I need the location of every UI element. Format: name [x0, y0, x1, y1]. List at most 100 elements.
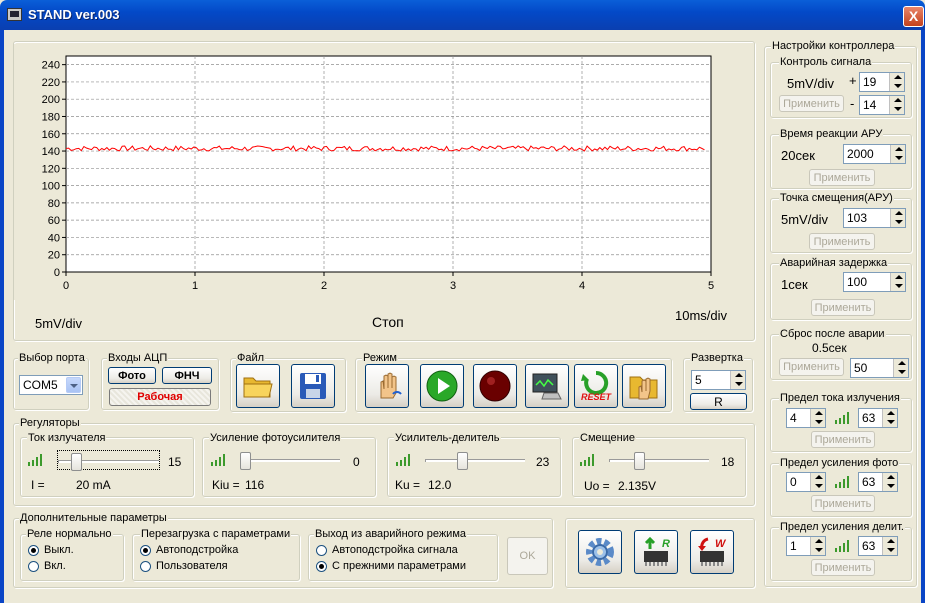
title-bar[interactable]: STAND ver.003 X — [0, 0, 925, 30]
current-limit-max-stepper[interactable]: 63 — [858, 408, 898, 428]
read-device-button[interactable]: R — [634, 530, 678, 574]
agc-point-apply-button[interactable]: Применить — [809, 233, 875, 250]
save-file-button[interactable] — [291, 364, 335, 408]
current-slider-thumb[interactable] — [71, 453, 82, 471]
photo-gain-slider[interactable] — [240, 450, 340, 470]
manual-mode-button[interactable] — [365, 364, 409, 408]
sweep-stepper[interactable]: 5 — [691, 370, 746, 390]
signal-level-icon — [835, 476, 851, 488]
photo-limit-min-stepper[interactable]: 0 — [786, 472, 826, 492]
photo-limit-max: 63 — [862, 475, 876, 489]
offset-slider-thumb[interactable] — [634, 452, 645, 470]
port-group-label: Выбор порта — [18, 352, 86, 364]
stepper-arrows-icon[interactable] — [730, 371, 745, 389]
start-button[interactable] — [420, 364, 464, 408]
divider-slider[interactable] — [425, 450, 525, 470]
stepper-arrows-icon[interactable] — [882, 409, 897, 427]
monitor-button[interactable] — [525, 364, 569, 408]
photo-limit-max-stepper[interactable]: 63 — [858, 472, 898, 492]
agc-time-apply-button[interactable]: Применить — [809, 169, 875, 186]
stepper-arrows-icon[interactable] — [810, 537, 825, 555]
stepper-arrows-icon[interactable] — [893, 359, 908, 377]
lpf-button[interactable]: ФНЧ — [162, 367, 212, 384]
signal-control-label: Контроль сигнала — [779, 56, 873, 68]
signal-apply-button[interactable]: Применить — [779, 95, 844, 112]
agc-point-stepper[interactable]: 103 — [843, 208, 906, 228]
relay-group — [20, 534, 124, 581]
alarm-delay-stepper[interactable]: 100 — [843, 272, 906, 292]
hand-icon — [380, 372, 402, 399]
alarm-delay-apply-button[interactable]: Применить — [811, 299, 875, 316]
reset-after-unit: 0.5сек — [812, 341, 847, 355]
relay-on-radio[interactable] — [28, 561, 39, 572]
divider-limit-min-stepper[interactable]: 1 — [786, 536, 826, 556]
reset-after-stepper[interactable]: 50 — [850, 358, 909, 378]
photo-button[interactable]: Фото — [108, 367, 156, 384]
exit-auto-radio[interactable] — [316, 545, 327, 556]
relay-off-radio[interactable] — [28, 545, 39, 556]
offset-slider[interactable] — [609, 450, 709, 470]
stepper-arrows-icon[interactable] — [889, 73, 904, 91]
y-tick-label: 220 — [42, 77, 60, 89]
divider-limit-max-stepper[interactable]: 63 — [858, 536, 898, 556]
signal-plus-stepper[interactable]: 19 — [859, 72, 905, 92]
stepper-arrows-icon[interactable] — [890, 145, 905, 163]
folder-settings-button[interactable] — [622, 364, 666, 408]
reset-after-apply-button[interactable]: Применить — [779, 358, 844, 376]
stepper-arrows-icon[interactable] — [890, 273, 905, 291]
reset-button[interactable]: RESET — [574, 364, 618, 408]
divider-readout-value: 12.0 — [428, 478, 452, 492]
write-device-button[interactable]: W — [690, 530, 734, 574]
offset-value: 18 — [721, 455, 735, 469]
reload-auto-radio[interactable] — [140, 545, 151, 556]
current-readout-label: I = — [31, 478, 45, 492]
signal-minus-stepper[interactable]: 14 — [859, 95, 905, 115]
stepper-arrows-icon[interactable] — [889, 96, 904, 114]
adc-mode-badge[interactable]: Рабочая — [109, 388, 211, 406]
close-button[interactable]: X — [903, 6, 924, 27]
floppy-disk-icon — [300, 373, 326, 399]
exit-previous-label: С прежними параметрами — [332, 560, 467, 572]
read-icon-letter: R — [662, 538, 670, 550]
sweep-r-button[interactable]: R — [690, 393, 747, 410]
agc-point-label: Точка смещения(АРУ) — [779, 192, 894, 204]
port-select[interactable]: COM5 — [19, 375, 83, 395]
photo-limit-apply-button[interactable]: Применить — [811, 495, 875, 512]
current-readout-value: 20 mA — [76, 478, 111, 492]
x-tick-label: 2 — [321, 280, 327, 292]
signal-scale: 5mV/div — [787, 76, 834, 91]
x-tick-label: 0 — [63, 280, 69, 292]
chevron-down-icon[interactable] — [66, 377, 81, 393]
y-tick-label: 160 — [42, 129, 60, 141]
current-limit-min-stepper[interactable]: 4 — [786, 408, 826, 428]
stepper-arrows-icon[interactable] — [890, 209, 905, 227]
chip-read-icon: R — [644, 536, 670, 566]
relay-group-label: Реле нормально — [26, 528, 113, 540]
y-tick-label: 100 — [42, 181, 60, 193]
agc-time-stepper[interactable]: 2000 — [843, 144, 906, 164]
exit-previous-radio[interactable] — [316, 561, 327, 572]
stepper-arrows-icon[interactable] — [810, 473, 825, 491]
folder-icon — [243, 377, 273, 398]
current-slider[interactable] — [57, 450, 160, 471]
adc-group-label: Входы АЦП — [107, 352, 169, 364]
y-tick-label: 240 — [42, 60, 60, 72]
regulators-group-label: Регуляторы — [19, 417, 81, 429]
ok-button[interactable]: OK — [507, 537, 548, 575]
record-button[interactable] — [473, 364, 517, 408]
open-file-button[interactable] — [236, 364, 280, 408]
signal-level-icon — [396, 454, 412, 466]
divider-limit-apply-button[interactable]: Применить — [811, 559, 875, 576]
stepper-arrows-icon[interactable] — [810, 409, 825, 427]
photo-gain-slider-thumb[interactable] — [240, 452, 251, 470]
reload-user-radio[interactable] — [140, 561, 151, 572]
x-tick-label: 3 — [450, 280, 456, 292]
stepper-arrows-icon[interactable] — [882, 473, 897, 491]
settings-button[interactable] — [578, 530, 622, 574]
stepper-arrows-icon[interactable] — [882, 537, 897, 555]
divider-slider-thumb[interactable] — [457, 452, 468, 470]
sweep-group-label: Развертка — [690, 352, 744, 364]
reset-after-label: Сброс после аварии — [779, 328, 886, 340]
minus-sign: - — [850, 96, 855, 111]
current-limit-apply-button[interactable]: Применить — [811, 431, 875, 448]
